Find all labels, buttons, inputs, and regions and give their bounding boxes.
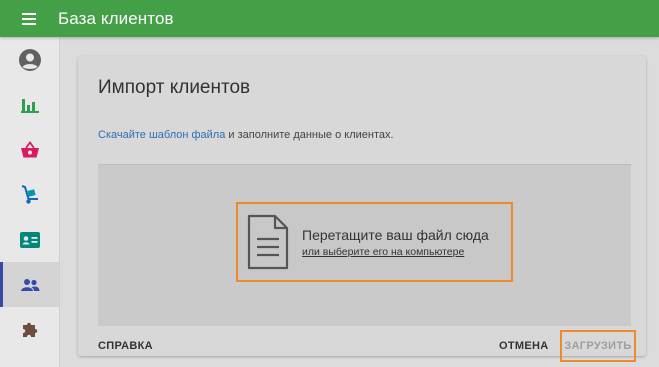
sidebar-item-clients[interactable] (0, 262, 59, 307)
drop-primary-text: Перетащите ваш файл сюда (302, 226, 489, 243)
upload-button[interactable]: ЗАГРУЗИТЬ (560, 330, 636, 362)
puzzle-icon (22, 322, 37, 337)
card-description: Скачайте шаблон файла и заполните данные… (98, 129, 394, 141)
choose-file-link[interactable]: или выберите его на компьютере (302, 246, 489, 258)
drop-target[interactable]: Перетащите ваш файл сюда или выберите ег… (236, 202, 513, 282)
bar-chart-icon (20, 98, 39, 113)
menu-button[interactable] (0, 0, 58, 37)
hamburger-menu-icon (22, 12, 36, 25)
help-button[interactable]: СПРАВКА (98, 340, 153, 352)
file-dropzone[interactable]: Перетащите ваш файл сюда или выберите ег… (98, 164, 631, 326)
cancel-button[interactable]: ОТМЕНА (499, 340, 548, 352)
sidebar (0, 37, 60, 367)
sidebar-item-extensions[interactable] (0, 307, 59, 352)
people-icon (20, 278, 39, 291)
sidebar-item-delivery[interactable] (0, 172, 59, 217)
sidebar-item-shop[interactable] (0, 127, 59, 172)
drop-text: Перетащите ваш файл сюда или выберите ег… (302, 227, 489, 258)
import-card: Импорт клиентов Скачайте шаблон файла и … (78, 56, 646, 362)
card-actions: СПРАВКА ОТМЕНА ЗАГРУЗИТЬ (78, 326, 646, 362)
document-icon (247, 214, 289, 270)
sidebar-item-account[interactable] (0, 37, 59, 82)
sidebar-item-statistics[interactable] (0, 82, 59, 127)
description-text: и заполните данные о клиентах. (225, 129, 394, 141)
sidebar-item-cards[interactable] (0, 217, 59, 262)
basket-icon (20, 140, 39, 157)
app-header: База клиентов (0, 0, 659, 37)
hand-truck-icon (21, 184, 38, 204)
account-circle-icon (18, 48, 41, 71)
card-title: Импорт клиентов (98, 77, 251, 98)
contact-card-icon (19, 231, 40, 248)
main-content: Импорт клиентов Скачайте шаблон файла и … (60, 37, 659, 367)
app-title: База клиентов (58, 8, 174, 28)
download-template-link[interactable]: Скачайте шаблон файла (98, 129, 225, 141)
